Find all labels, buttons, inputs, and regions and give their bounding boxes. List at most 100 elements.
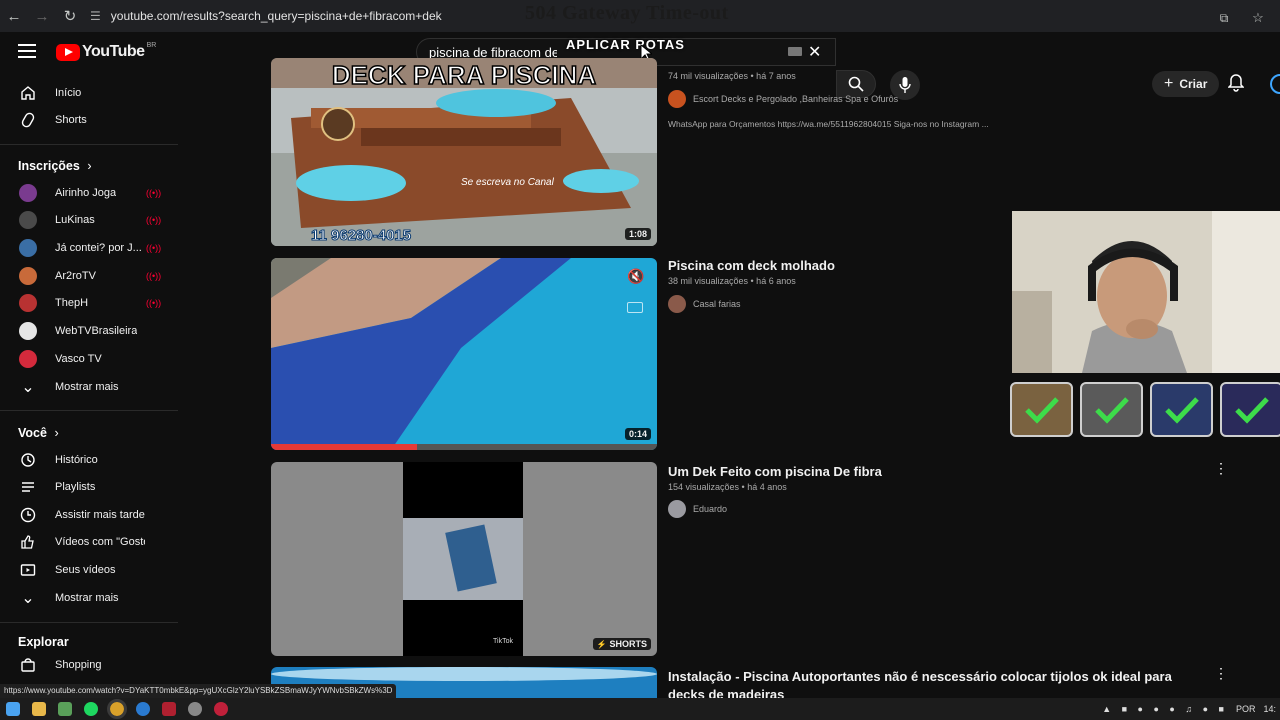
video-title[interactable]: Um Dek Feito com piscina De fibra [668,464,882,479]
thumbs-up-icon [19,533,37,551]
sidebar-sub-webtvbrasileira[interactable]: WebTVBrasileira [0,318,178,344]
thumbnail-image: DECK PARA PISCINA Se escreva no Canal 11… [271,58,657,246]
reload-icon[interactable]: ↻ [56,2,84,30]
logo-text: YouTube [82,43,145,60]
sidebar-item-inicio[interactable]: Início [0,80,178,106]
you-heading[interactable]: Você › [18,426,59,440]
youtube-logo[interactable]: YouTube BR [56,42,156,61]
sub-label: LuKinas [55,214,95,226]
app-icon[interactable] [58,702,72,716]
link-status-bar: https://www.youtube.com/watch?v=DYaKTT0m… [0,684,397,698]
install-icon[interactable]: ⧉ [1210,4,1238,32]
windows-start-icon[interactable] [6,702,20,716]
video-duration: 1:08 [624,228,651,240]
sidebar-sub-ja-contei[interactable]: Já contei? por J... ((•)) [0,235,178,261]
checkmark-icon [1164,396,1199,424]
sidebar-item-label: Histórico [55,454,98,466]
checkmark-icon [1234,396,1269,424]
channel-link[interactable]: Eduardo [668,500,727,518]
windows-taskbar: ▲ ■ ● ● ● ♫ ● ■ POR 14: [0,698,1280,720]
checkmark-icon [1024,396,1059,424]
mute-icon[interactable]: 🔇 [627,268,644,285]
sidebar: Início Shorts Inscrições › Airinho Joga … [0,72,178,684]
video-meta: 38 mil visualizações • há 6 anos [668,276,796,286]
chevron-right-icon: › [87,159,92,173]
app-icon-2[interactable] [136,702,150,716]
sidebar-item-historico[interactable]: Histórico [0,447,178,473]
account-avatar[interactable] [1270,74,1280,94]
create-button[interactable]: + Criar [1152,71,1220,97]
sidebar-sub-theph[interactable]: ThepH ((•)) [0,290,178,316]
reward-tile [1080,382,1143,437]
channel-name: Escort Decks e Pergolado ,Banheiras Spa … [693,94,899,104]
video-meta: 74 mil visualizações • há 7 anos [668,71,796,81]
address-bar[interactable]: ☰ youtube.com/results?search_query=pisci… [90,4,442,28]
app-icon-3[interactable] [162,702,176,716]
thumb-sub: Se escreva no Canal [461,177,555,188]
menu-icon[interactable] [18,44,36,58]
live-icon: ((•)) [146,271,162,281]
video-title[interactable]: Instalação - Piscina Autoportantes não é… [668,669,1172,684]
video-thumbnail-deck-para-piscina[interactable]: DECK PARA PISCINA Se escreva no Canal 11… [271,58,657,246]
sidebar-sub-airinho[interactable]: Airinho Joga ((•)) [0,180,178,206]
microphone-icon [899,77,911,93]
sidebar-sub-vasco[interactable]: Vasco TV [0,346,178,372]
url-text: youtube.com/results?search_query=piscina… [110,9,442,23]
sub-label: Já contei? por J... [55,242,142,254]
explore-heading: Explorar [18,635,69,649]
apply-routes-overlay: APLICAR ROTAS [566,37,685,52]
plus-icon: + [1164,75,1174,92]
your-videos-icon [19,561,37,579]
sidebar-item-shorts[interactable]: Shorts [0,107,178,133]
more-options-icon[interactable]: ⋮ [1214,460,1228,477]
thumbnail-image [271,258,657,450]
reward-tile [1150,382,1213,437]
live-icon: ((•)) [146,188,162,198]
closed-captions-icon[interactable] [627,302,643,313]
file-explorer-icon[interactable] [32,702,46,716]
video-title[interactable]: Piscina com deck molhado [668,258,835,273]
forward-icon[interactable]: → [28,2,56,30]
language-indicator[interactable]: POR [1236,704,1256,714]
video-thumbnail-dek-feito[interactable]: TikTok ⚡ SHORTS [271,462,657,656]
channel-avatar [19,322,37,340]
subscriptions-heading[interactable]: Inscrições › [18,159,92,173]
live-icon: ((•)) [146,215,162,225]
sidebar-item-label: Seus vídeos [55,564,116,576]
chrome-icon[interactable] [107,699,127,719]
sub-label: Vasco TV [55,353,102,365]
clock[interactable]: 14: [1263,704,1276,714]
chevron-down-icon: ⌄ [21,379,35,396]
sidebar-subs-show-more[interactable]: ⌄ Mostrar mais [0,374,178,400]
sidebar-sub-ar2rotv[interactable]: Ar2roTV ((•)) [0,263,178,289]
channel-avatar [668,295,686,313]
channel-link[interactable]: Casal farias [668,295,741,313]
sidebar-you-show-more[interactable]: ⌄ Mostrar mais [0,585,178,611]
thumb-phone: 11 96280-4015 [311,227,411,244]
tray-icons[interactable]: ▲ ■ ● ● ● ♫ ● ■ [1102,704,1228,714]
sidebar-item-playlists[interactable]: Playlists [0,474,178,500]
bookmark-star-icon[interactable]: ☆ [1244,4,1272,32]
obs-icon[interactable] [214,702,228,716]
video-thumbnail-piscina-deck-molhado[interactable]: 🔇 0:14 [271,258,657,450]
history-icon [19,451,37,469]
video-description: WhatsApp para Orçamentos https://wa.me/5… [668,119,989,129]
keyboard-icon[interactable] [788,47,802,56]
streamer-image [1012,211,1280,373]
clear-search-icon[interactable]: ✕ [808,42,821,62]
sidebar-item-assistir-mais-tarde[interactable]: Assistir mais tarde [0,502,178,528]
site-info-icon[interactable]: ☰ [90,9,101,23]
channel-name: Casal farias [693,299,741,309]
app-icon-4[interactable] [188,702,202,716]
back-icon[interactable]: ← [0,2,28,30]
sub-label: ThepH [55,297,89,309]
more-options-icon[interactable]: ⋮ [1214,665,1228,682]
channel-link[interactable]: Escort Decks e Pergolado ,Banheiras Spa … [668,90,898,108]
sidebar-sub-lukinas[interactable]: LuKinas ((•)) [0,207,178,233]
spotify-icon[interactable] [84,702,98,716]
bell-icon [1227,74,1245,92]
sidebar-item-seus-videos[interactable]: Seus vídeos [0,557,178,583]
sidebar-item-videos-gostei[interactable]: Vídeos com "Gostei" [0,529,178,555]
notifications-button[interactable] [1227,74,1245,97]
sidebar-item-shopping[interactable]: Shopping [0,652,178,678]
